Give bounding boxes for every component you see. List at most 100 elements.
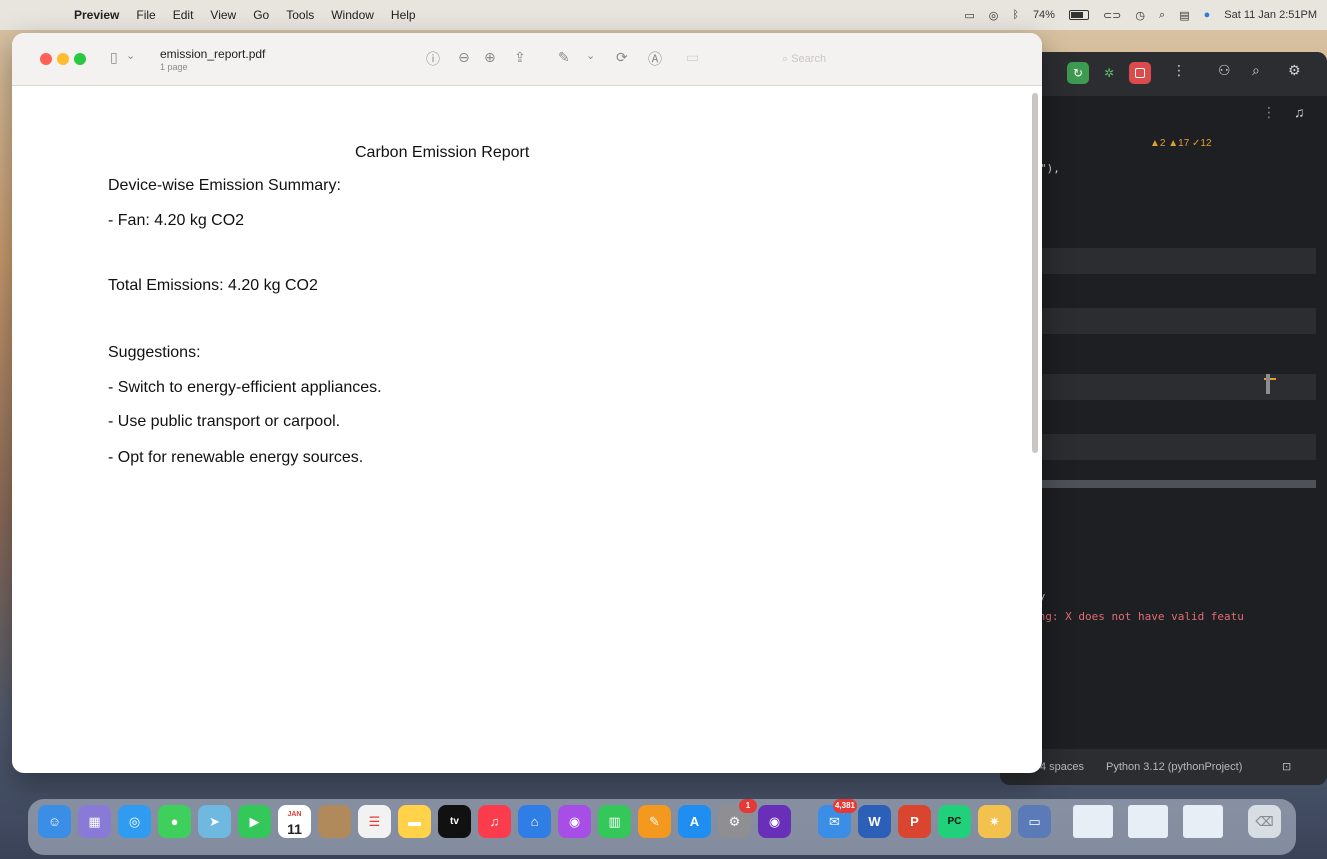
code-line (1036, 248, 1316, 274)
info-icon[interactable]: ⓘ (426, 49, 440, 69)
numbers-icon[interactable]: ▥ (598, 805, 631, 838)
rotate-icon[interactable]: ⟳ (616, 49, 628, 66)
search-icon[interactable]: ⌕ (1252, 62, 1260, 79)
bluetooth-icon[interactable]: ᛒ (1012, 9, 1019, 21)
calendar-month: JAN (287, 811, 302, 818)
battery-percent[interactable]: 74% (1033, 9, 1055, 21)
finder-icon[interactable]: ☺ (38, 805, 71, 838)
music-icon[interactable]: ♫ (478, 805, 511, 838)
horizontal-scrollbar[interactable] (1036, 480, 1316, 488)
keynote-icon[interactable]: ⌂ (518, 805, 551, 838)
trash-icon[interactable]: ⌫ (1248, 805, 1281, 838)
podcasts-icon[interactable]: ◉ (558, 805, 591, 838)
powerpoint-icon[interactable]: P (898, 805, 931, 838)
pycharm-icon[interactable]: PC (938, 805, 971, 838)
calendar-icon[interactable]: JAN 11 (278, 805, 311, 838)
contacts-icon[interactable] (318, 805, 351, 838)
search-field[interactable]: ⌕ Search (782, 49, 862, 69)
menu-view[interactable]: View (210, 8, 236, 22)
menu-app-preview[interactable]: Preview (74, 8, 119, 22)
add-user-icon[interactable]: ⚇ (1218, 62, 1231, 79)
more-vertical-icon[interactable]: ⋮ (1262, 104, 1276, 121)
debug-button[interactable]: ✲ (1100, 62, 1118, 84)
inspection-summary[interactable]: ▲2 ▲17 ✓12 (1150, 138, 1212, 149)
notes-icon[interactable]: ▬ (398, 805, 431, 838)
pinwheel-icon[interactable]: ✷ (978, 805, 1011, 838)
chevron-down-icon[interactable]: ⌄ (126, 49, 135, 62)
interpreter-setting[interactable]: Python 3.12 (pythonProject) (1106, 749, 1242, 785)
menu-window[interactable]: Window (331, 8, 374, 22)
spotlight-icon[interactable]: ⌕ (1159, 9, 1165, 22)
suggestion-item: - Switch to energy-efficient appliances. (108, 379, 382, 396)
maps-icon[interactable]: ➤ (198, 805, 231, 838)
notification-bell-icon[interactable]: ♫ (1294, 104, 1305, 120)
stop-button[interactable] (1129, 62, 1151, 84)
battery-icon[interactable] (1068, 10, 1089, 20)
form-fill-icon[interactable]: ▭ (686, 49, 699, 66)
facetime-icon[interactable]: ▶ (238, 805, 271, 838)
airdrop-icon[interactable]: ◎ (989, 9, 999, 22)
suggestion-item: - Use public transport or carpool. (108, 413, 341, 430)
pages-icon[interactable]: ✎ (638, 805, 671, 838)
firefox-icon[interactable]: ◉ (758, 805, 791, 838)
app-store-icon[interactable]: A (678, 805, 711, 838)
preview-icon[interactable]: ▭ (1018, 805, 1051, 838)
minimize-window-button[interactable] (57, 53, 69, 65)
summary-heading: Device-wise Emission Summary: (108, 177, 341, 194)
apple-tv-icon[interactable]: tv (438, 805, 471, 838)
chevron-down-icon[interactable]: ⌄ (586, 49, 595, 62)
search-icon: ⌕ (782, 53, 792, 65)
vertical-scrollbar[interactable] (1032, 93, 1038, 453)
menu-file[interactable]: File (136, 8, 155, 22)
safari-icon[interactable]: ◎ (118, 805, 151, 838)
calendar-day: 11 (287, 821, 302, 837)
ide-status-bar: 4 spaces Python 3.12 (pythonProject) ⊡ (1000, 749, 1327, 785)
mail-icon[interactable]: ✉ 4,381 (818, 799, 857, 838)
markup-pen-icon[interactable]: ✎ (558, 49, 570, 66)
window-thumbnail[interactable] (1073, 805, 1113, 838)
notification-badge: 4,381 (832, 799, 857, 813)
sidebar-toggle-icon[interactable]: ▯ (110, 49, 118, 66)
share-icon[interactable]: ⇪ (514, 49, 526, 66)
menu-datetime[interactable]: Sat 11 Jan 2:51PM (1224, 9, 1317, 21)
terminal-panel[interactable]: py ing: X does not have valid featu (1022, 586, 1280, 746)
link-icon[interactable]: ⊂⊃ (1103, 9, 1121, 22)
display-icon[interactable]: ▭ (964, 9, 974, 22)
menu-edit[interactable]: Edit (173, 8, 194, 22)
menu-help[interactable]: Help (391, 8, 416, 22)
menu-go[interactable]: Go (253, 8, 269, 22)
document-page-count: 1 page (160, 62, 188, 72)
run-button[interactable]: ↻ (1067, 62, 1089, 84)
window-thumbnail[interactable] (1183, 805, 1223, 838)
terminal-error-line: ing: X does not have valid featu (1032, 610, 1244, 623)
gear-icon[interactable]: ⚙ (1288, 62, 1301, 79)
zoom-window-button[interactable] (74, 53, 86, 65)
preview-toolbar: ▯ ⌄ emission_report.pdf 1 page ⓘ ⊖ ⊕ ⇪ ✎… (12, 33, 1042, 86)
zoom-in-icon[interactable]: ⊕ (484, 49, 496, 66)
menu-bar-status-area: ▭ ◎ ᛒ 74% ⊂⊃ ◷ ⌕ ▤ ● Sat 11 Jan 2:51PM (964, 0, 1317, 30)
siri-icon[interactable]: ● (1204, 9, 1211, 21)
code-line (1036, 308, 1316, 334)
scrollbar-thumb[interactable] (1266, 374, 1270, 394)
messages-icon[interactable]: ● (158, 805, 191, 838)
document-filename: emission_report.pdf (160, 47, 266, 61)
ide-toolbar: ⌄ ↻ ✲ ⋮ ⚇ ⌕ ⚙ (1000, 52, 1327, 96)
control-center-icon[interactable]: ▤ (1179, 9, 1189, 22)
suggestion-item: - Opt for renewable energy sources. (108, 449, 364, 466)
ide-window[interactable]: ⌄ ↻ ✲ ⋮ ⚇ ⌕ ⚙ ⋮ ♫ ▲2 ▲17 ✓12 "), py ing:… (1000, 52, 1327, 785)
zoom-out-icon[interactable]: ⊖ (458, 49, 470, 66)
indent-setting[interactable]: 4 spaces (1040, 749, 1084, 785)
window-thumbnail[interactable] (1128, 805, 1168, 838)
word-icon[interactable]: W (858, 805, 891, 838)
launchpad-icon[interactable]: ▦ (78, 805, 111, 838)
clock-icon[interactable]: ◷ (1135, 9, 1145, 22)
total-emissions: Total Emissions: 4.20 kg CO2 (108, 277, 318, 294)
more-icon[interactable]: ⋮ (1172, 62, 1186, 79)
menu-tools[interactable]: Tools (286, 8, 314, 22)
reminders-icon[interactable]: ☰ (358, 805, 391, 838)
preview-window[interactable]: ▯ ⌄ emission_report.pdf 1 page ⓘ ⊖ ⊕ ⇪ ✎… (12, 33, 1042, 773)
lock-icon[interactable]: ⊡ (1282, 749, 1291, 785)
markup-icon[interactable]: Ⓐ (648, 49, 662, 69)
system-settings-icon[interactable]: ⚙ 1 (718, 799, 757, 838)
close-window-button[interactable] (40, 53, 52, 65)
